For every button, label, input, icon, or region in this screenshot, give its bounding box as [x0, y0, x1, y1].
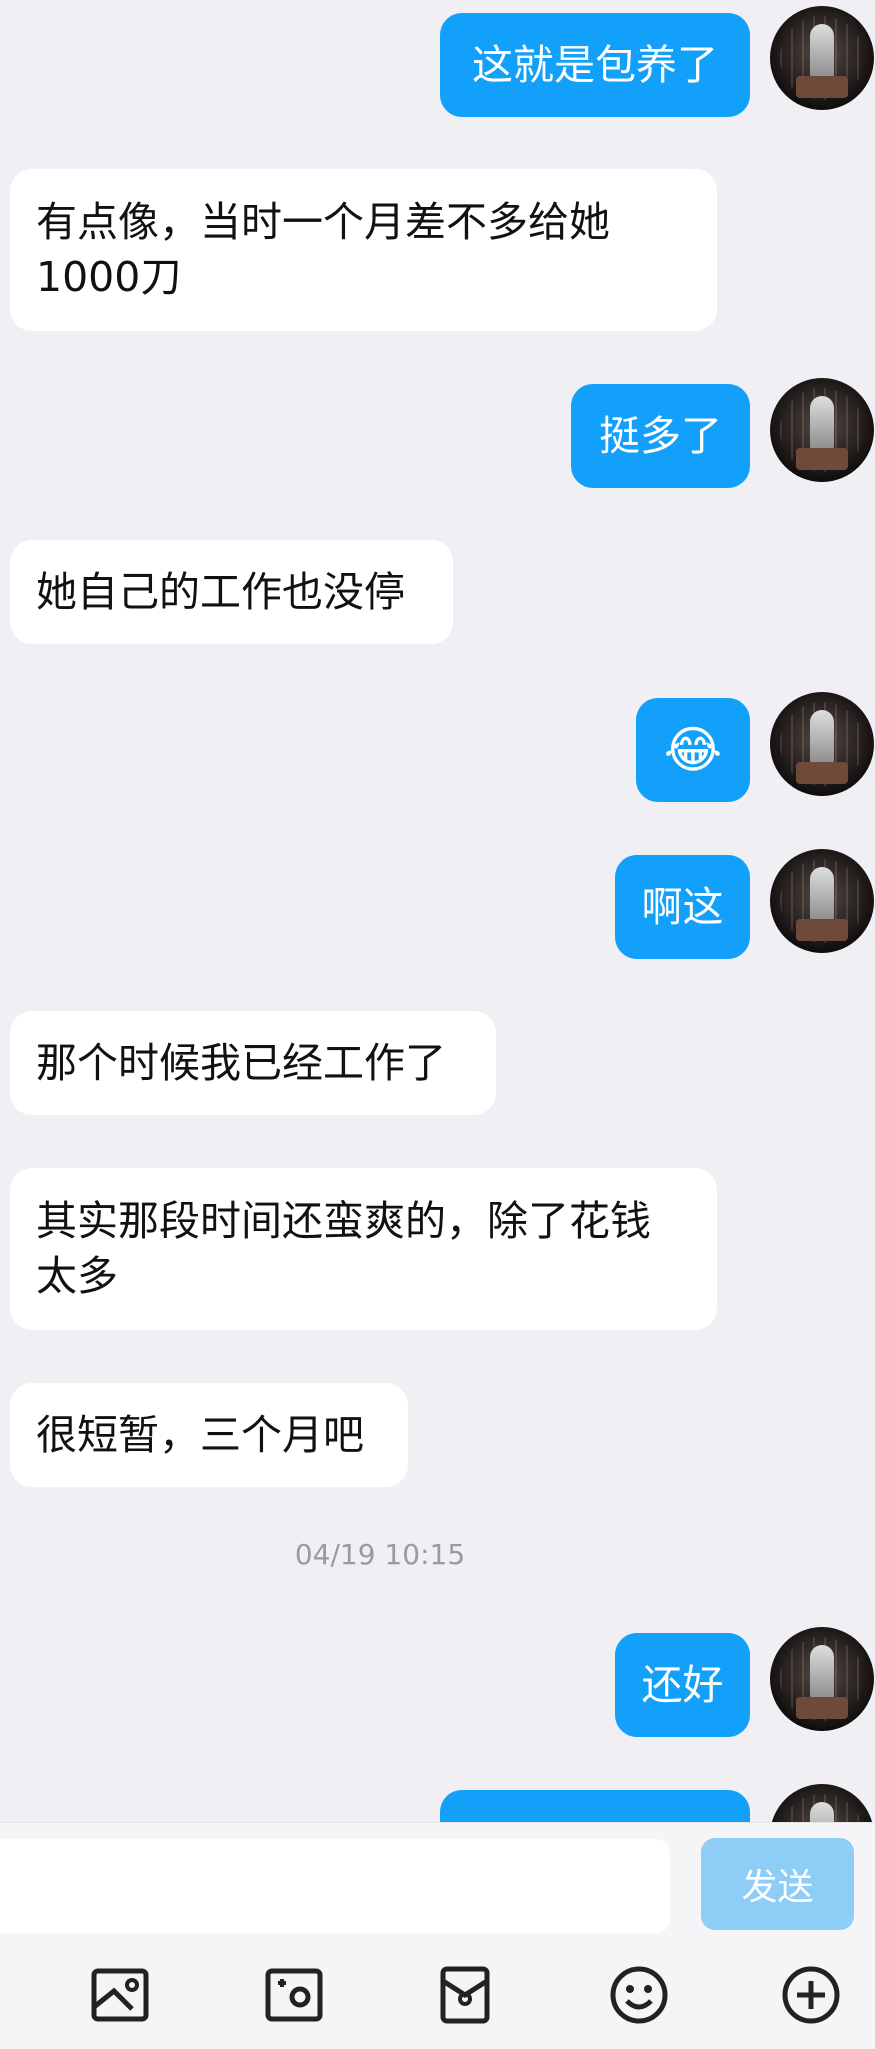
their-message-bubble[interactable]: 那个时候我已经工作了: [10, 1011, 496, 1115]
my-avatar[interactable]: [770, 378, 874, 482]
their-message-bubble[interactable]: 其实那段时间还蛮爽的，除了花钱 太多: [10, 1168, 717, 1330]
red-packet-icon[interactable]: [433, 1963, 497, 2027]
toolbar: [0, 1963, 875, 2043]
their-message-bubble[interactable]: 她自己的工作也没停: [10, 540, 453, 644]
my-avatar[interactable]: [770, 1784, 874, 1822]
their-message-bubble[interactable]: 很短暂，三个月吧: [10, 1383, 408, 1487]
input-bar: 发送: [0, 1822, 875, 2049]
send-button[interactable]: 发送: [701, 1838, 854, 1930]
camera-icon[interactable]: [262, 1963, 326, 2027]
emoji-icon[interactable]: [607, 1963, 671, 2027]
my-message-bubble[interactable]: 挺多了: [571, 384, 750, 488]
message-input[interactable]: [0, 1839, 670, 1933]
their-message-bubble[interactable]: 有点像，当时一个月差不多给她 1000刀: [10, 169, 717, 331]
my-message-bubble[interactable]: 还好: [615, 1633, 750, 1737]
my-avatar[interactable]: [770, 692, 874, 796]
my-message-bubble[interactable]: 啊这: [615, 855, 750, 959]
my-message-bubble[interactable]: 这就是包养了: [440, 13, 750, 117]
my-message-bubble-partial[interactable]: [440, 1790, 750, 1822]
my-avatar[interactable]: [770, 1627, 874, 1731]
image-icon[interactable]: [88, 1963, 152, 2027]
plus-icon[interactable]: [779, 1963, 843, 2027]
my-avatar[interactable]: [770, 849, 874, 953]
chat-area[interactable]: 这就是包养了 有点像，当时一个月差不多给她 1000刀 挺多了 她自己的工作也没…: [0, 0, 875, 1822]
message-timestamp: 04/19 10:15: [294, 1538, 466, 1571]
my-message-bubble[interactable]: 😂: [636, 698, 750, 802]
my-avatar[interactable]: [770, 6, 874, 110]
